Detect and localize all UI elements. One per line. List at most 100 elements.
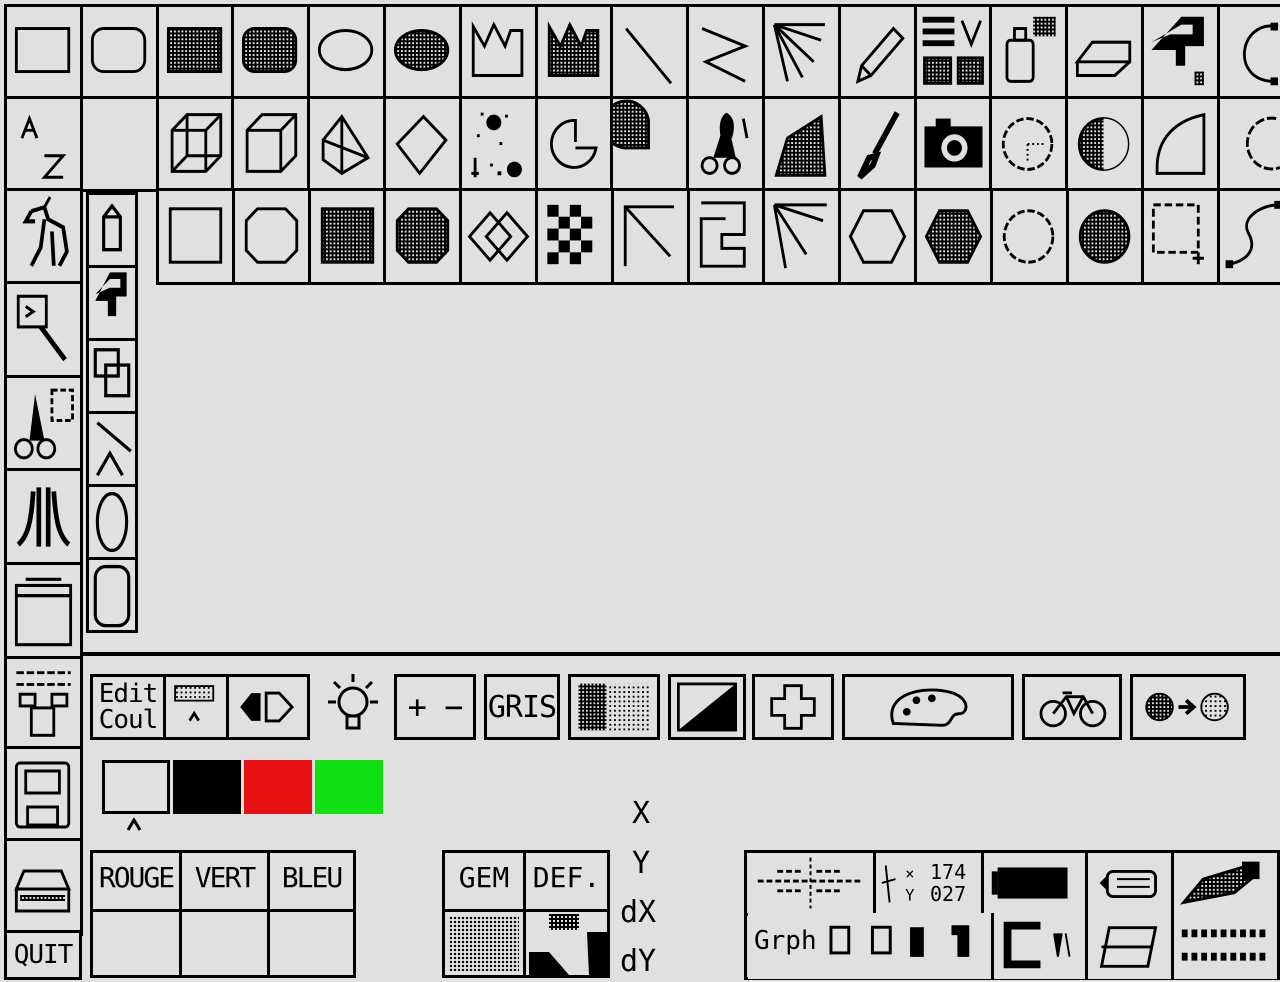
spiral-tool[interactable] bbox=[686, 188, 766, 285]
ellipse-vertical-tool[interactable] bbox=[86, 484, 138, 560]
bicycle-button[interactable] bbox=[1022, 674, 1122, 740]
copy-frames-tool[interactable] bbox=[86, 338, 138, 414]
polyline-tool[interactable] bbox=[686, 4, 766, 100]
pie-filled-tool[interactable] bbox=[610, 96, 690, 192]
gem-pattern-preview[interactable] bbox=[449, 916, 519, 971]
diagonal-gradient-button[interactable] bbox=[668, 674, 746, 740]
dotted-circle-tool[interactable] bbox=[989, 96, 1069, 192]
polygon-tool[interactable] bbox=[458, 4, 538, 100]
pie-outline-tool[interactable] bbox=[534, 96, 614, 192]
edit-color-button[interactable]: Edit Coul bbox=[90, 674, 166, 740]
line-tool[interactable] bbox=[610, 4, 690, 100]
pencil-small-tool[interactable] bbox=[86, 192, 138, 268]
filled-square-icon bbox=[320, 207, 374, 264]
connector-tool[interactable] bbox=[994, 913, 1088, 979]
diamond-tool[interactable] bbox=[383, 96, 462, 192]
def-pattern-preview[interactable] bbox=[529, 912, 607, 975]
solid-cube-tool[interactable] bbox=[231, 96, 311, 192]
pattern-pick-button[interactable] bbox=[163, 674, 229, 740]
grph-label[interactable]: Grph bbox=[754, 926, 817, 956]
filled-circle-shade-tool[interactable] bbox=[1065, 96, 1145, 192]
lightbulb-icon[interactable] bbox=[318, 668, 388, 738]
text-az-tool[interactable] bbox=[4, 96, 83, 192]
slanted-box-tool[interactable] bbox=[1088, 913, 1174, 979]
floppy-disk-tool[interactable] bbox=[4, 746, 83, 844]
pattern-to-pattern-button[interactable] bbox=[1130, 674, 1246, 740]
color-swatch[interactable] bbox=[173, 760, 241, 814]
dotted-circle-small-tool[interactable] bbox=[989, 188, 1069, 285]
rounded-rect-vertical-tool[interactable] bbox=[86, 557, 138, 633]
dotted-bars-tool[interactable] bbox=[1174, 913, 1280, 979]
filled-circle-tool[interactable] bbox=[1065, 188, 1145, 285]
double-diamond-tool[interactable] bbox=[459, 188, 539, 285]
vert-value-slot[interactable] bbox=[182, 912, 267, 975]
fan-lines-tool[interactable] bbox=[762, 188, 842, 285]
airbrush-dots-tool[interactable] bbox=[458, 96, 538, 192]
color-cycle-button[interactable] bbox=[226, 674, 310, 740]
filled-octagon-tool[interactable] bbox=[383, 188, 463, 285]
sliders-tool[interactable] bbox=[4, 656, 83, 752]
gris-button[interactable]: GRIS bbox=[484, 674, 560, 740]
filled-ellipse-tool[interactable] bbox=[383, 4, 462, 100]
palette-button[interactable] bbox=[842, 674, 1014, 740]
rouge-header[interactable]: ROUGE bbox=[93, 861, 179, 894]
corner-line-tool[interactable] bbox=[610, 188, 690, 285]
gradient-pattern-button[interactable] bbox=[568, 674, 660, 740]
color-swatch[interactable] bbox=[244, 760, 312, 814]
pattern-selector-tool[interactable] bbox=[913, 4, 993, 100]
lines-v-tool[interactable] bbox=[86, 411, 138, 487]
empty-slot bbox=[83, 99, 156, 189]
octagon-tool[interactable] bbox=[231, 188, 311, 285]
hexagon-tool[interactable] bbox=[838, 188, 918, 285]
pyramid-tool[interactable] bbox=[307, 96, 387, 192]
magnifier-tool[interactable] bbox=[4, 281, 83, 381]
pen-drop-tool[interactable] bbox=[1174, 853, 1280, 913]
rays-tool[interactable] bbox=[762, 4, 841, 100]
empty-slot-tool bbox=[79, 96, 159, 192]
gem-button[interactable]: GEM bbox=[445, 861, 523, 894]
atari-logo-tool[interactable] bbox=[4, 468, 83, 568]
quit-button[interactable]: QUIT bbox=[4, 930, 82, 980]
align-h-tool[interactable] bbox=[748, 853, 876, 913]
arc-tool[interactable] bbox=[1216, 4, 1280, 100]
rectangle-tool[interactable] bbox=[4, 4, 83, 100]
square-tool[interactable] bbox=[156, 188, 235, 285]
filled-square-tool[interactable] bbox=[307, 188, 387, 285]
plus-minus-button[interactable]: + − bbox=[394, 674, 476, 740]
bleu-header[interactable]: BLEU bbox=[270, 861, 353, 894]
cut-paste-tool[interactable] bbox=[4, 375, 83, 474]
scissors-tool[interactable] bbox=[686, 96, 766, 192]
filled-trapezoid-tool[interactable] bbox=[762, 96, 841, 192]
selection-tool[interactable] bbox=[1141, 188, 1221, 285]
partial-circle-tool[interactable] bbox=[1216, 96, 1280, 192]
bleu-value-slot[interactable] bbox=[270, 912, 353, 975]
cross-button[interactable] bbox=[752, 674, 834, 740]
fill-tap-tool[interactable] bbox=[1141, 4, 1220, 100]
rouge-value-slot[interactable] bbox=[93, 912, 179, 975]
rounded-rectangle-tool[interactable] bbox=[79, 4, 159, 100]
wire-cube-tool[interactable] bbox=[155, 96, 235, 192]
filled-bar-tool[interactable] bbox=[984, 853, 1088, 913]
color-swatch[interactable] bbox=[315, 760, 383, 814]
color-swatch[interactable] bbox=[102, 760, 170, 814]
battery-tool[interactable] bbox=[1088, 853, 1174, 913]
printer-tool[interactable] bbox=[4, 838, 83, 936]
filled-hexagon-tool[interactable] bbox=[914, 188, 993, 285]
camera-tool[interactable] bbox=[913, 96, 993, 192]
pencil-tool[interactable] bbox=[837, 4, 917, 100]
ellipse-tool[interactable] bbox=[307, 4, 387, 100]
curve-tool[interactable] bbox=[1217, 188, 1280, 285]
brush-tool[interactable] bbox=[837, 96, 917, 192]
filled-polygon-tool[interactable] bbox=[534, 4, 614, 100]
jar-tool[interactable] bbox=[4, 562, 83, 662]
vert-header[interactable]: VERT bbox=[182, 861, 267, 894]
horse-tool[interactable] bbox=[4, 188, 83, 287]
filled-rounded-rectangle-tool[interactable] bbox=[231, 4, 311, 100]
filled-rectangle-tool[interactable] bbox=[155, 4, 235, 100]
checker-tool[interactable] bbox=[535, 188, 614, 285]
def-button[interactable]: DEF. bbox=[526, 861, 607, 894]
spray-tool[interactable] bbox=[989, 4, 1069, 100]
eraser-tool[interactable] bbox=[1065, 4, 1145, 100]
quarter-arc-tool[interactable] bbox=[1141, 96, 1220, 192]
tap-small-tool[interactable] bbox=[86, 265, 138, 341]
